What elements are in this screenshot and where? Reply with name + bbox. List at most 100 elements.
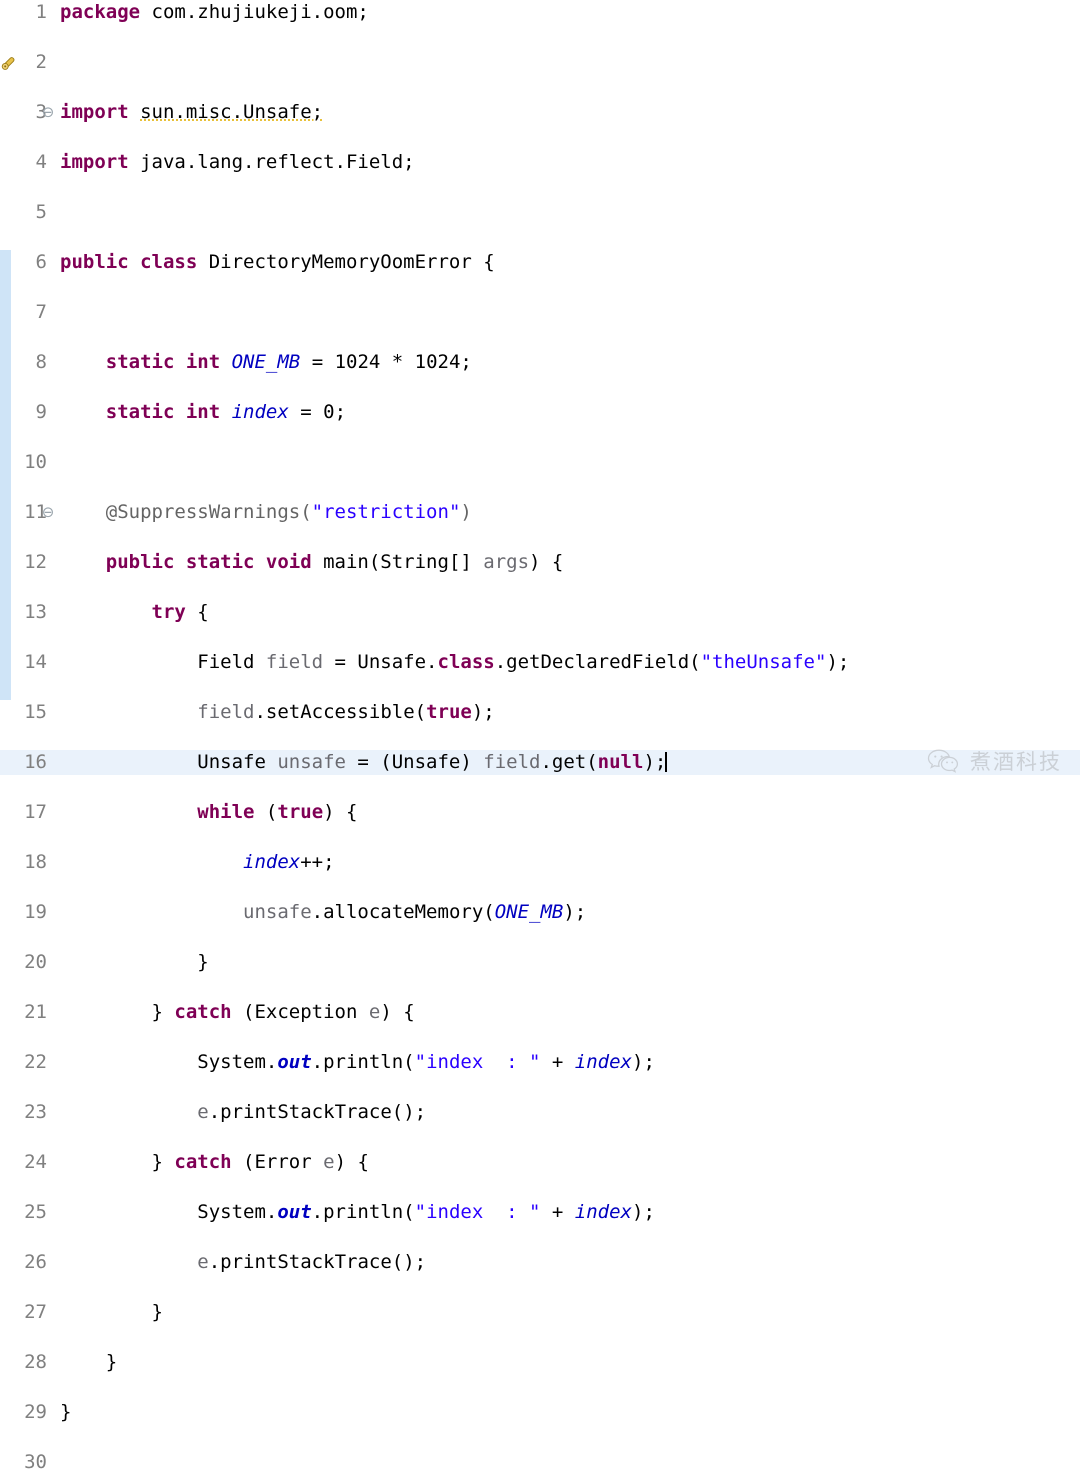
code-line[interactable]: 19 unsafe.allocateMemory(ONE_MB); [0,900,1080,925]
code-line[interactable]: 1 package com.zhujiukeji.oom; [0,0,1080,25]
code-token: class [437,651,495,673]
code-lines[interactable]: 1 package com.zhujiukeji.oom; 2 3 ⊖ import su… [0,0,1080,1473]
code-token: unsafe [277,751,346,773]
code-line[interactable]: 17 while (true) { [0,800,1080,825]
code-token: ++; [300,851,335,873]
code-token: ); [632,1051,655,1073]
code-token: catch [174,1001,232,1023]
code-text: try { [60,600,209,625]
code-line[interactable]: 16 Unsafe unsafe = (Unsafe) field.get(nu… [0,750,1080,775]
code-line[interactable]: 30 [0,1450,1080,1475]
code-token: System. [60,1051,278,1073]
code-token: args [483,551,530,573]
code-text: @SuppressWarnings("restriction") [60,500,472,525]
line-number: 20 [24,951,47,973]
code-line[interactable]: 26 e.printStackTrace(); [0,1250,1080,1275]
code-token: System. [60,1201,278,1223]
fold-toggle-icon[interactable]: ⊖ [40,500,56,525]
code-line[interactable]: 24 } catch (Error e) { [0,1150,1080,1175]
code-token: java.lang.reflect.Field; [140,151,415,173]
code-text: package com.zhujiukeji.oom; [60,0,369,25]
code-text: while (true) { [60,800,357,825]
code-line[interactable]: 27 } [0,1300,1080,1325]
code-text: Unsafe unsafe = (Unsafe) field.get(null)… [60,750,668,775]
code-line[interactable]: 25 System.out.println("index : " + index… [0,1200,1080,1225]
line-number: 26 [24,1251,47,1273]
code-line[interactable]: 5 [0,200,1080,225]
code-line[interactable]: 28 } [0,1350,1080,1375]
line-number: 29 [24,1401,47,1423]
code-line[interactable]: 7 [0,300,1080,325]
fold-toggle-icon[interactable]: ⊖ [40,100,56,125]
marker-gutter[interactable] [0,0,22,798]
code-line[interactable]: 21 } catch (Exception e) { [0,1000,1080,1025]
code-token: ); [471,701,495,723]
line-number: 30 [24,1451,47,1473]
line-number: 18 [24,851,47,873]
line-number: 24 [24,1151,47,1173]
code-token: static int [105,401,232,423]
code-token: ONE_MB [494,901,564,923]
code-text: e.printStackTrace(); [60,1250,426,1275]
code-line[interactable]: 9 static int index = 0; [0,400,1080,425]
code-line[interactable]: 3 ⊖ import sun.misc.Unsafe; [0,100,1080,125]
code-token: ); [632,1201,655,1223]
code-token: ( [254,801,278,823]
code-line[interactable]: 12 public static void main(String[] args… [0,550,1080,575]
code-token: field [265,651,324,673]
warning-marker-icon[interactable] [1,55,17,71]
line-number: 17 [24,801,47,823]
code-token: try [151,601,186,623]
code-line[interactable]: 6 public class DirectoryMemoryOomError { [0,250,1080,275]
code-line[interactable]: 22 System.out.println("index : " + index… [0,1050,1080,1075]
code-text: public static void main(String[] args) { [60,550,564,575]
code-text: } [60,950,208,975]
wechat-icon [927,749,959,773]
code-token: "restriction" [311,501,461,523]
code-token: { [185,601,209,623]
code-line[interactable]: 13 try { [0,600,1080,625]
code-line[interactable]: 8 static int ONE_MB = 1024 * 1024; [0,350,1080,375]
code-token: index [574,1051,632,1073]
line-number: 21 [24,1001,47,1023]
code-line[interactable]: 14 Field field = Unsafe.class.getDeclare… [0,650,1080,675]
code-text: unsafe.allocateMemory(ONE_MB); [60,900,586,925]
code-token: out [277,1051,312,1073]
code-token: .getDeclaredField( [494,651,701,673]
code-token: = 1024 * 1024; [300,351,472,373]
code-line[interactable]: 15 field.setAccessible(true); [0,700,1080,725]
code-text: field.setAccessible(true); [60,700,495,725]
code-line[interactable]: 2 [0,50,1080,75]
code-text: import sun.misc.Unsafe; [60,100,323,125]
code-line[interactable]: 18 index++; [0,850,1080,875]
code-token: public static void [105,551,324,573]
code-text: static int index = 0; [60,400,346,425]
code-token: + [540,1201,575,1223]
code-token: .setAccessible( [254,701,427,723]
code-line[interactable]: 23 e.printStackTrace(); [0,1100,1080,1125]
code-token: Unsafe [60,751,278,773]
code-line[interactable]: 20 } [0,950,1080,975]
code-token: .printStackTrace(); [208,1251,427,1273]
code-line[interactable]: 10 [0,450,1080,475]
code-token: static int [105,351,232,373]
line-number: 28 [24,1351,47,1373]
code-line[interactable]: 4 import java.lang.reflect.Field; [0,150,1080,175]
code-token: unsafe [243,901,312,923]
code-line[interactable]: 11 ⊖ @SuppressWarnings("restriction") [0,500,1080,525]
code-text: import java.lang.reflect.Field; [60,150,415,175]
code-token: index [243,851,301,873]
code-token: @SuppressWarnings( [105,501,312,523]
code-editor[interactable]: 1 package com.zhujiukeji.oom; 2 3 ⊖ import su… [0,0,1080,1473]
code-line[interactable]: 29} [0,1400,1080,1425]
code-token: .allocateMemory( [311,901,495,923]
code-token: = (Unsafe) [345,751,484,773]
